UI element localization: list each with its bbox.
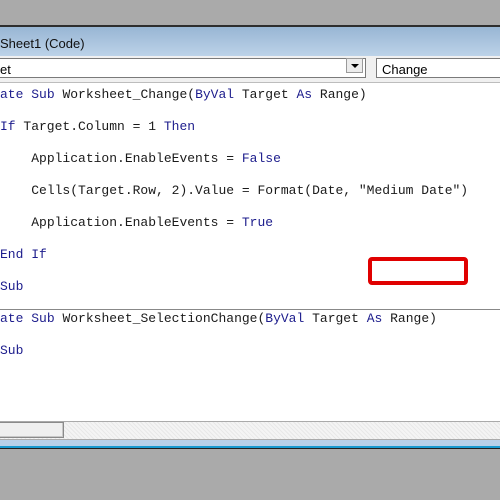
window-bottom-border [0,448,500,449]
code-keyword: As [366,311,391,326]
code-token: Cells(Target.Row, 2).Value = Format(Date… [31,183,359,198]
chevron-down-icon [351,64,359,68]
code-keyword: End If [0,247,47,262]
code-token: Worksheet_SelectionChange( [62,311,266,326]
code-line[interactable]: Application.EnableEvents = False [0,151,281,167]
code-line[interactable]: If Target.Column = 1 Then [0,119,195,135]
code-token: "Medium Date" [358,183,461,198]
code-keyword: Sub [31,87,63,102]
code-token: Range) [319,87,367,102]
code-keyword: False [241,151,281,166]
procedure-separator [0,309,500,310]
code-keyword: ate [0,311,32,326]
object-combo[interactable]: et [0,58,366,78]
code-line[interactable]: End If [0,247,47,263]
code-token: Target [312,311,367,326]
code-token: Application.EnableEvents = [31,151,242,166]
code-token: Worksheet_Change( [62,87,196,102]
code-keyword: As [296,87,320,102]
code-line[interactable]: Application.EnableEvents = True [0,215,273,231]
code-keyword: True [241,215,274,230]
scrollbar-thumb[interactable] [0,422,64,438]
code-keyword: Then [163,119,196,134]
code-line[interactable]: Cells(Target.Row, 2).Value = Format(Date… [0,183,468,199]
procedure-combo[interactable]: Change [376,58,500,78]
code-toolbar: et Change [0,56,500,83]
code-token: ) [460,183,469,198]
object-combo-value: et [0,62,11,77]
title-bar[interactable]: Sheet1 (Code) [0,27,500,56]
desktop-background [0,0,500,25]
procedure-combo-value: Change [382,62,428,77]
code-keyword: ate [0,87,32,102]
code-window: Sheet1 (Code) et Change ate Sub Workshee… [0,25,500,466]
object-combo-dropdown-button[interactable] [346,58,363,73]
code-line[interactable]: ate Sub Worksheet_Change(ByVal Target As… [0,87,367,103]
code-keyword: Sub [0,343,24,358]
code-keyword: ByVal [265,311,313,326]
code-keyword: If [0,119,24,134]
code-editor[interactable]: ate Sub Worksheet_Change(ByVal Target As… [0,83,500,421]
code-keyword: Sub [0,279,24,294]
code-token: Target [241,87,297,102]
code-keyword: ByVal [195,87,242,102]
code-line[interactable]: Sub [0,343,23,359]
code-token: Target.Column = 1 [23,119,164,134]
horizontal-scrollbar[interactable] [0,422,500,439]
code-line[interactable]: Sub [0,279,23,295]
code-keyword: Sub [31,311,63,326]
code-token: Range) [390,311,437,326]
code-token: Application.EnableEvents = [31,215,242,230]
highlight-box [368,257,468,285]
window-title: Sheet1 (Code) [0,36,85,51]
code-line[interactable]: ate Sub Worksheet_SelectionChange(ByVal … [0,311,437,327]
